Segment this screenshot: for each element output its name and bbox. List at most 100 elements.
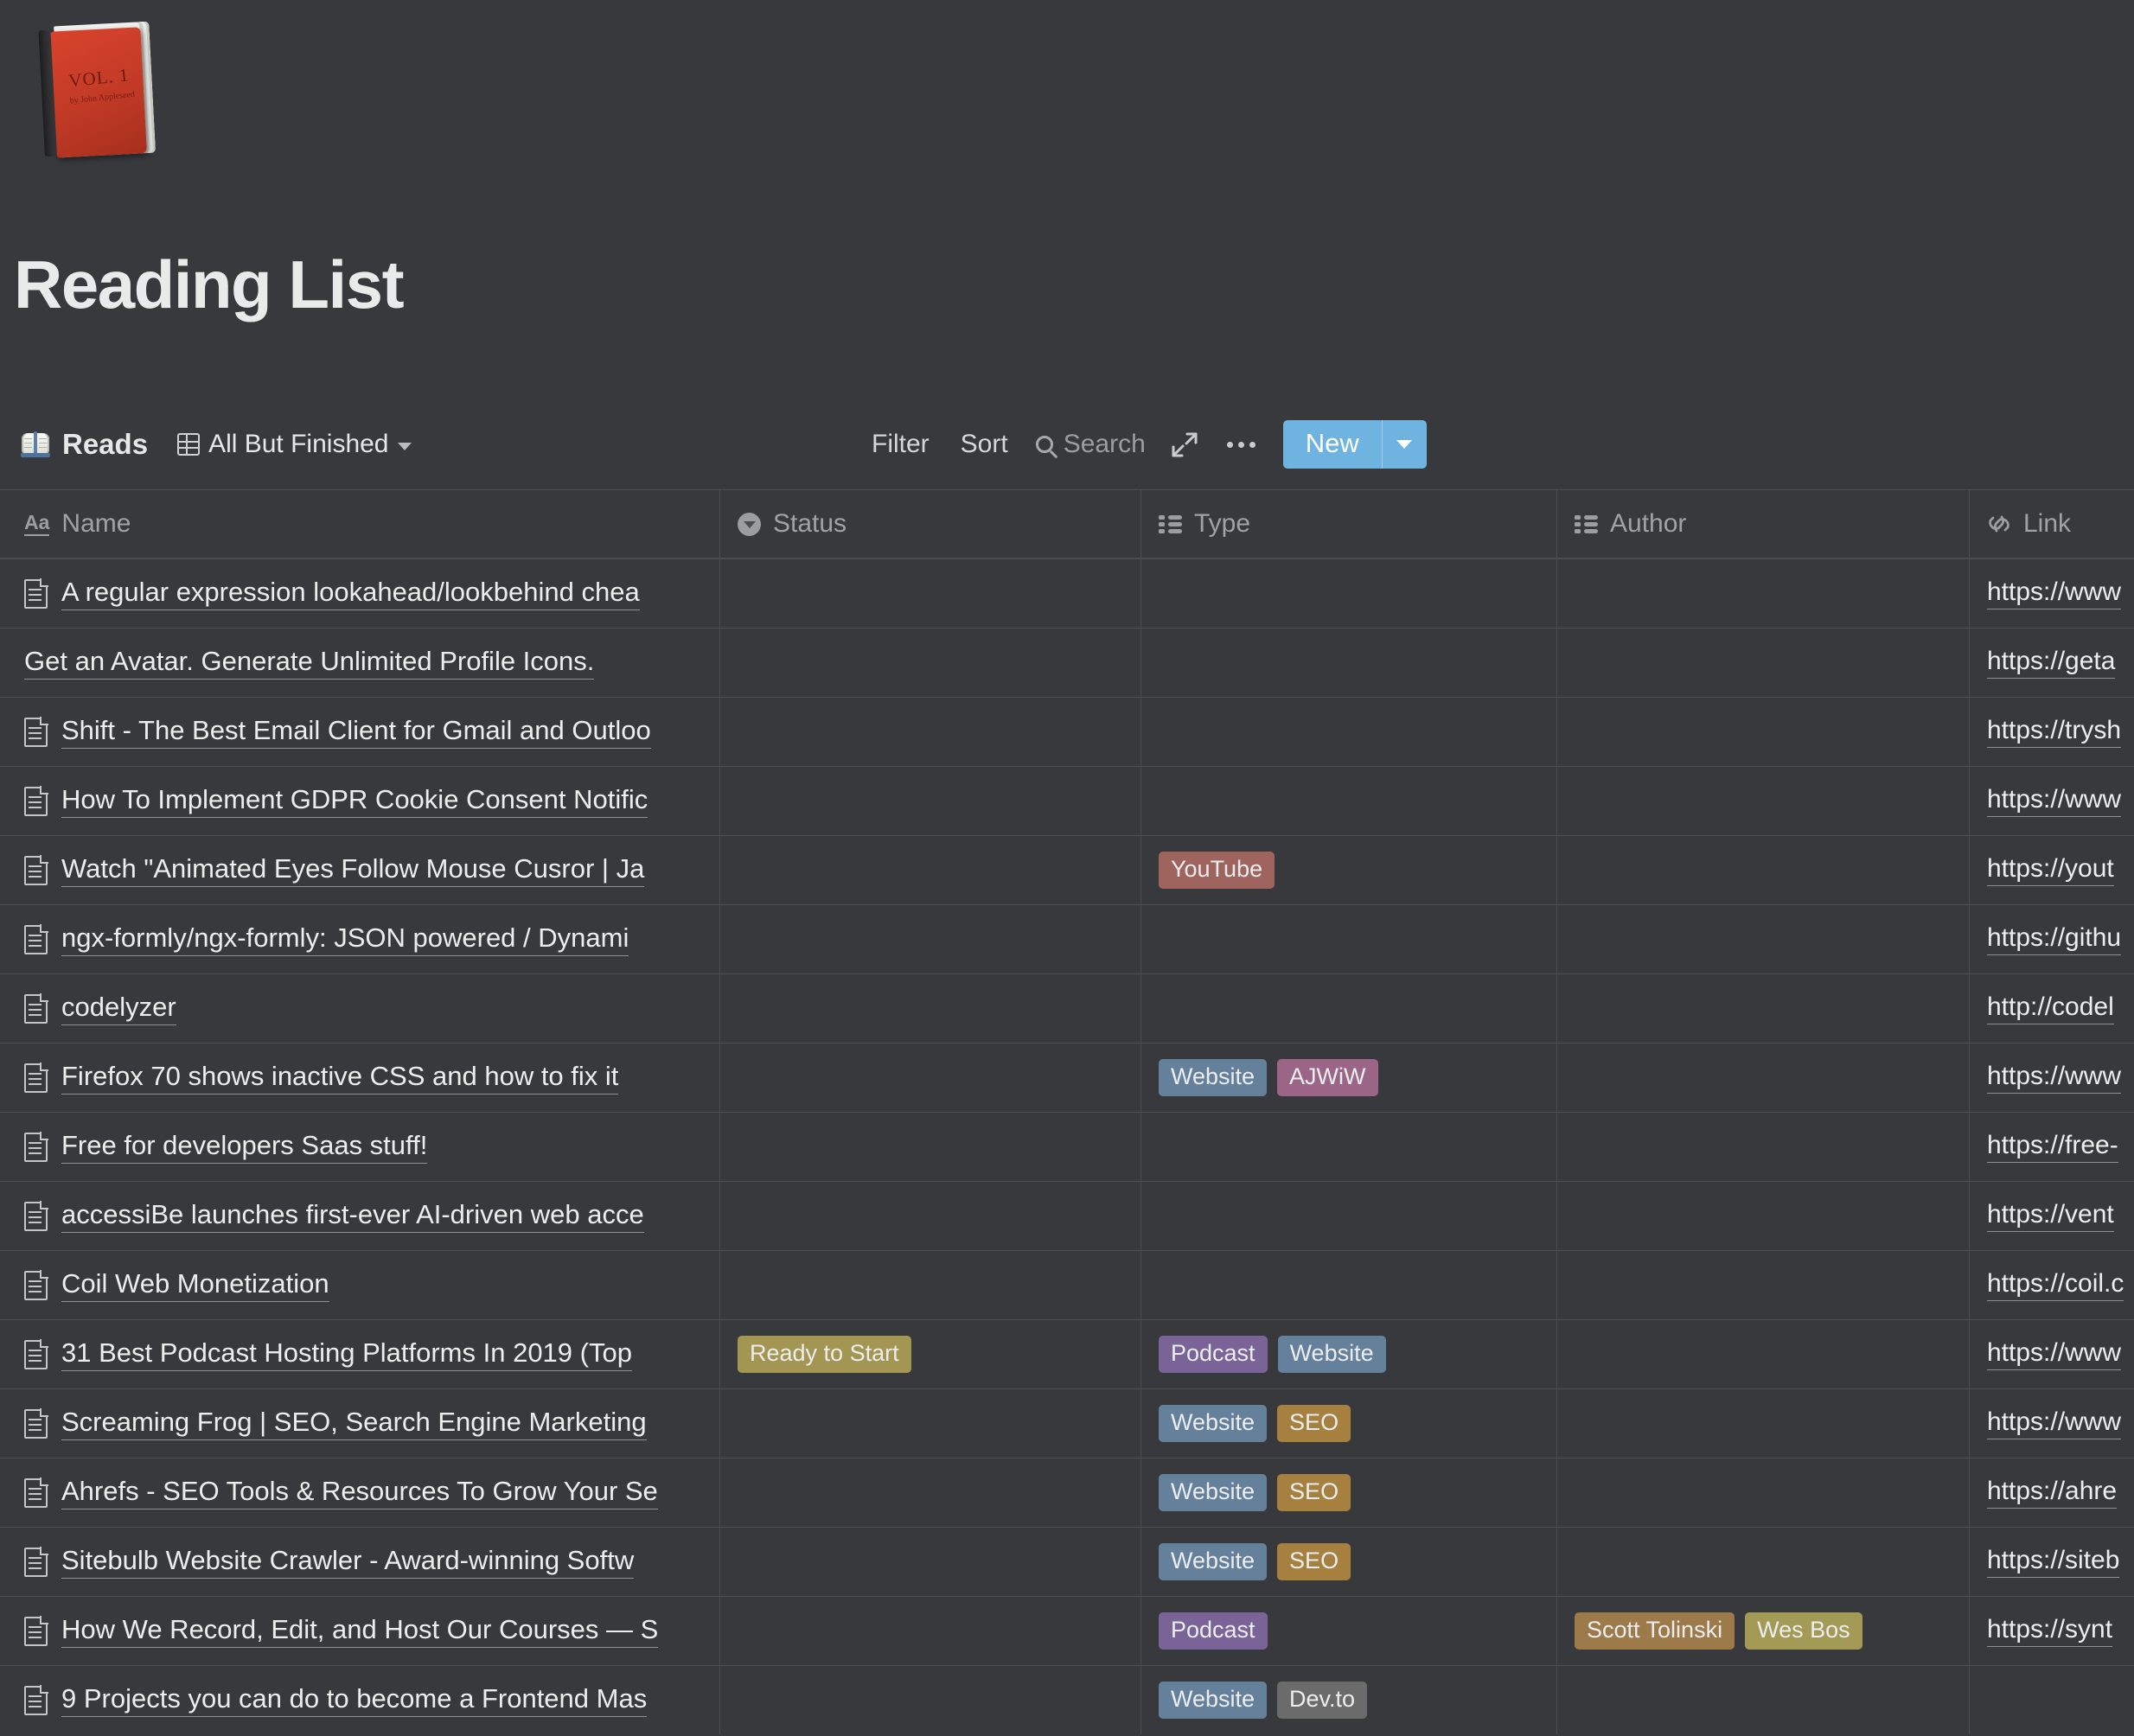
- type-tag[interactable]: YouTube: [1159, 852, 1275, 889]
- cell-author[interactable]: [1557, 1320, 1970, 1388]
- type-tag[interactable]: SEO: [1277, 1543, 1351, 1580]
- cell-status[interactable]: [720, 698, 1141, 766]
- cell-author[interactable]: [1557, 1389, 1970, 1458]
- cell-link[interactable]: https://vent: [1970, 1182, 2134, 1250]
- cell-author[interactable]: [1557, 1251, 1970, 1319]
- cell-status[interactable]: [720, 905, 1141, 973]
- cell-link[interactable]: https://githu: [1970, 905, 2134, 973]
- cell-status[interactable]: [720, 1528, 1141, 1596]
- cell-name[interactable]: A regular expression lookahead/lookbehin…: [0, 559, 720, 628]
- table-row[interactable]: How We Record, Edit, and Host Our Course…: [0, 1596, 2134, 1665]
- cell-name[interactable]: How We Record, Edit, and Host Our Course…: [0, 1597, 720, 1665]
- row-title[interactable]: 31 Best Podcast Hosting Platforms In 201…: [61, 1337, 632, 1371]
- cell-status[interactable]: [720, 767, 1141, 835]
- cell-link[interactable]: https://www: [1970, 1389, 2134, 1458]
- row-title[interactable]: Sitebulb Website Crawler - Award-winning…: [61, 1545, 635, 1579]
- cell-link[interactable]: https://siteb: [1970, 1528, 2134, 1596]
- cell-status[interactable]: [720, 1251, 1141, 1319]
- view-selector[interactable]: All But Finished: [176, 430, 412, 459]
- cell-type[interactable]: [1141, 559, 1557, 628]
- table-row[interactable]: 9 Projects you can do to become a Fronte…: [0, 1665, 2134, 1734]
- cell-status[interactable]: [720, 559, 1141, 628]
- row-title[interactable]: Watch "Animated Eyes Follow Mouse Cusror…: [61, 853, 645, 887]
- row-link[interactable]: http://codel: [1987, 992, 2114, 1024]
- row-title[interactable]: Get an Avatar. Generate Unlimited Profil…: [24, 646, 595, 680]
- new-button-dropdown[interactable]: [1381, 420, 1427, 469]
- cell-type[interactable]: [1141, 698, 1557, 766]
- cell-author[interactable]: [1557, 836, 1970, 904]
- cell-link[interactable]: https://synt: [1970, 1597, 2134, 1665]
- type-tag[interactable]: Website: [1159, 1543, 1268, 1580]
- cell-author[interactable]: [1557, 698, 1970, 766]
- type-tag[interactable]: Website: [1277, 1336, 1386, 1373]
- column-header-status[interactable]: Status: [720, 490, 1141, 558]
- cell-link[interactable]: https://coil.c: [1970, 1251, 2134, 1319]
- row-link[interactable]: https://www: [1987, 1338, 2122, 1370]
- cell-name[interactable]: Watch "Animated Eyes Follow Mouse Cusror…: [0, 836, 720, 904]
- type-tag[interactable]: SEO: [1277, 1474, 1351, 1511]
- column-header-author[interactable]: Author: [1557, 490, 1970, 558]
- type-tag[interactable]: Dev.to: [1277, 1682, 1368, 1719]
- type-tag[interactable]: Podcast: [1159, 1336, 1268, 1373]
- cell-type[interactable]: [1141, 905, 1557, 973]
- cell-type[interactable]: [1141, 974, 1557, 1043]
- row-link[interactable]: https://siteb: [1987, 1546, 2120, 1578]
- table-row[interactable]: Free for developers Saas stuff! https://f…: [0, 1112, 2134, 1181]
- row-link[interactable]: https://www: [1987, 1407, 2122, 1439]
- table-row[interactable]: codelyzer http://codel: [0, 973, 2134, 1043]
- table-row[interactable]: A regular expression lookahead/lookbehin…: [0, 558, 2134, 628]
- cell-status[interactable]: [720, 629, 1141, 697]
- row-title[interactable]: Firefox 70 shows inactive CSS and how to…: [61, 1061, 619, 1095]
- table-row[interactable]: Get an Avatar. Generate Unlimited Profil…: [0, 628, 2134, 697]
- cell-status[interactable]: Ready to Start: [720, 1320, 1141, 1388]
- cell-name[interactable]: How To Implement GDPR Cookie Consent Not…: [0, 767, 720, 835]
- table-row[interactable]: How To Implement GDPR Cookie Consent Not…: [0, 766, 2134, 835]
- cell-type[interactable]: [1141, 629, 1557, 697]
- row-link[interactable]: https://www: [1987, 1062, 2122, 1094]
- column-header-type[interactable]: Type: [1141, 490, 1557, 558]
- cell-name[interactable]: Firefox 70 shows inactive CSS and how to…: [0, 1044, 720, 1112]
- cell-name[interactable]: ngx-formly/ngx-formly: JSON powered / Dy…: [0, 905, 720, 973]
- cell-status[interactable]: [720, 974, 1141, 1043]
- type-tag[interactable]: Website: [1159, 1474, 1268, 1511]
- cell-link[interactable]: [1970, 1666, 2134, 1734]
- cell-link[interactable]: https://yout: [1970, 836, 2134, 904]
- cell-type[interactable]: YouTube: [1141, 836, 1557, 904]
- row-link[interactable]: https://www: [1987, 578, 2122, 610]
- cell-status[interactable]: [720, 836, 1141, 904]
- cell-name[interactable]: accessiBe launches first-ever AI-driven …: [0, 1182, 720, 1250]
- cell-link[interactable]: https://geta: [1970, 629, 2134, 697]
- cell-author[interactable]: [1557, 905, 1970, 973]
- table-row[interactable]: Coil Web Monetization https://coil.c: [0, 1250, 2134, 1319]
- table-row[interactable]: 31 Best Podcast Hosting Platforms In 201…: [0, 1319, 2134, 1388]
- cell-author[interactable]: [1557, 1113, 1970, 1181]
- cell-name[interactable]: Shift - The Best Email Client for Gmail …: [0, 698, 720, 766]
- page-icon[interactable]: VOL. 1 by John Appleseed: [33, 12, 171, 168]
- row-title[interactable]: ngx-formly/ngx-formly: JSON powered / Dy…: [61, 922, 629, 956]
- cell-author[interactable]: Scott Tolinski Wes Bos: [1557, 1597, 1970, 1665]
- cell-author[interactable]: [1557, 1044, 1970, 1112]
- cell-author[interactable]: [1557, 1666, 1970, 1734]
- table-row[interactable]: Firefox 70 shows inactive CSS and how to…: [0, 1043, 2134, 1112]
- cell-type[interactable]: [1141, 1113, 1557, 1181]
- cell-type[interactable]: Website Dev.to: [1141, 1666, 1557, 1734]
- cell-link[interactable]: https://www: [1970, 559, 2134, 628]
- cell-type[interactable]: [1141, 767, 1557, 835]
- cell-author[interactable]: [1557, 559, 1970, 628]
- row-title[interactable]: accessiBe launches first-ever AI-driven …: [61, 1199, 644, 1233]
- row-link[interactable]: https://synt: [1987, 1615, 2113, 1647]
- author-tag[interactable]: Wes Bos: [1745, 1612, 1862, 1650]
- cell-name[interactable]: codelyzer: [0, 974, 720, 1043]
- cell-status[interactable]: [720, 1182, 1141, 1250]
- row-title[interactable]: 9 Projects you can do to become a Fronte…: [61, 1683, 648, 1717]
- cell-type[interactable]: Website SEO: [1141, 1458, 1557, 1527]
- cell-status[interactable]: [720, 1044, 1141, 1112]
- cell-link[interactable]: https://trysh: [1970, 698, 2134, 766]
- row-title[interactable]: A regular expression lookahead/lookbehin…: [61, 577, 640, 610]
- cell-link[interactable]: https://www: [1970, 1320, 2134, 1388]
- cell-author[interactable]: [1557, 1458, 1970, 1527]
- cell-author[interactable]: [1557, 1182, 1970, 1250]
- expand-arrows-icon[interactable]: [1170, 430, 1199, 459]
- row-title[interactable]: How To Implement GDPR Cookie Consent Not…: [61, 784, 649, 818]
- row-link[interactable]: https://yout: [1987, 854, 2114, 886]
